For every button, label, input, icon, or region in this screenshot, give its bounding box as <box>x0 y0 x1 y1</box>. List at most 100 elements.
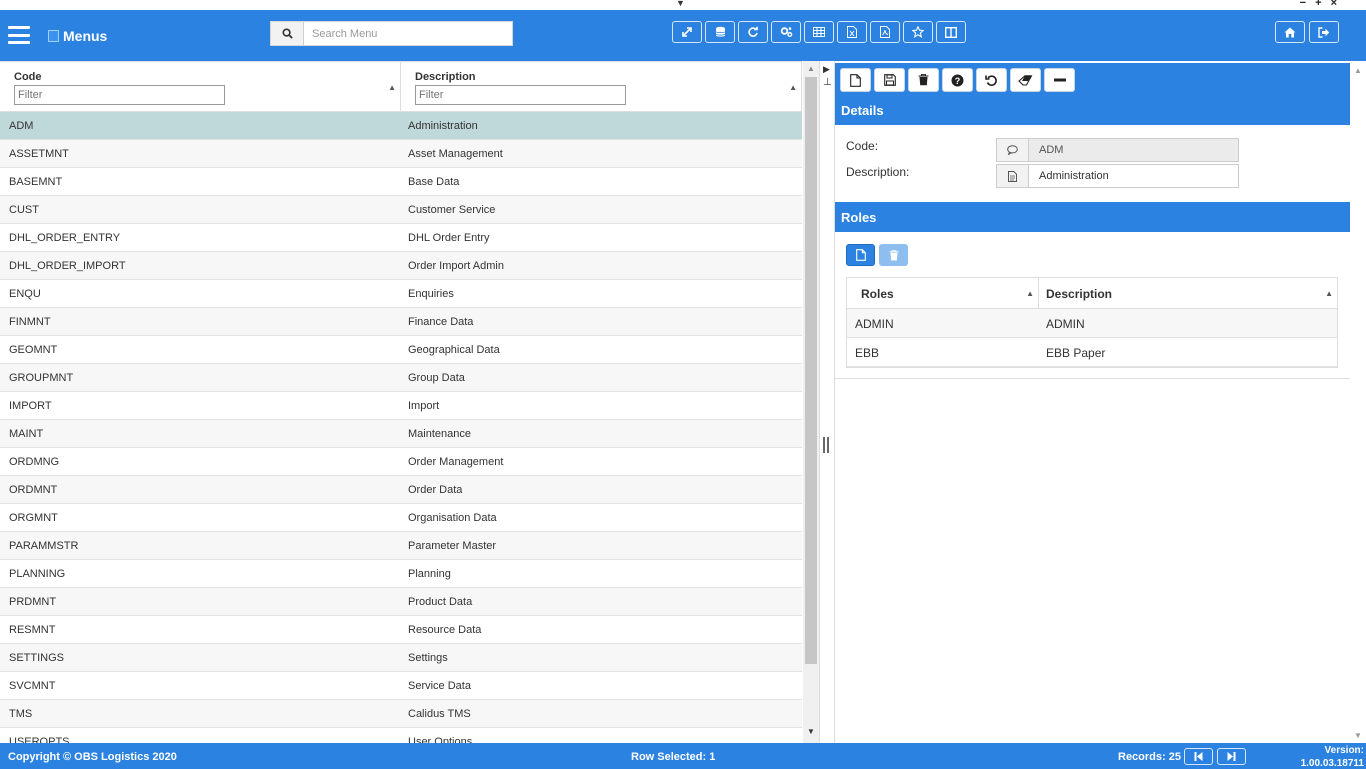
column-header-role-description[interactable]: Description ▲ <box>1039 278 1337 308</box>
column-title-description: Description <box>415 71 476 83</box>
scroll-down-icon[interactable]: ▼ <box>807 727 815 736</box>
table-row[interactable]: ORDMNG Order Management <box>0 448 802 476</box>
new-icon <box>850 73 861 87</box>
home-button[interactable] <box>1275 21 1305 43</box>
column-header-roles[interactable]: Roles ▲ <box>847 278 1039 308</box>
table-row[interactable]: RESMNT Resource Data <box>0 616 802 644</box>
eraser-button[interactable] <box>1010 68 1041 92</box>
save-button[interactable] <box>874 68 905 92</box>
column-header-code[interactable]: Code ▲ <box>0 62 401 112</box>
scroll-up-icon[interactable]: ▲ <box>1354 66 1362 75</box>
sort-icon[interactable]: ▲ <box>388 83 396 92</box>
eraser-icon <box>1018 74 1033 86</box>
table-row[interactable]: PARAMMSTR Parameter Master <box>0 532 802 560</box>
table-row[interactable]: ADM Administration <box>0 112 802 140</box>
table-row[interactable]: ORDMNT Order Data <box>0 476 802 504</box>
description-cell: Planning <box>408 568 451 580</box>
table-row[interactable]: DHL_ORDER_IMPORT Order Import Admin <box>0 252 802 280</box>
table-row[interactable]: FINMNT Finance Data <box>0 308 802 336</box>
table-row[interactable]: PLANNING Planning <box>0 560 802 588</box>
expand-arrow-icon[interactable]: ▶ <box>823 64 830 75</box>
details-section-header: Details <box>835 97 1350 125</box>
scroll-down-icon[interactable]: ▼ <box>1354 731 1362 740</box>
column-title-role-description: Description <box>1046 287 1113 301</box>
code-cell: RESMNT <box>9 624 56 636</box>
comment-icon <box>997 139 1029 161</box>
table-row[interactable]: GEOMNT Geographical Data <box>0 336 802 364</box>
table-row[interactable]: BASEMNT Base Data <box>0 168 802 196</box>
table-row[interactable]: CUST Customer Service <box>0 196 802 224</box>
last-page-button[interactable] <box>1217 748 1246 765</box>
table-row[interactable]: MAINT Maintenance <box>0 420 802 448</box>
roles-table-row[interactable]: ADMIN ADMIN <box>847 309 1337 338</box>
sort-icon[interactable]: ▲ <box>1026 289 1034 298</box>
table-row[interactable]: ASSETMNT Asset Management <box>0 140 802 168</box>
new-button[interactable] <box>840 68 871 92</box>
refresh-button[interactable] <box>738 21 768 43</box>
search-input[interactable] <box>304 22 512 45</box>
details-scrollbar[interactable]: ▲ ▼ <box>1350 61 1366 743</box>
scrollbar-thumb[interactable] <box>805 77 817 664</box>
table-row[interactable]: IMPORT Import <box>0 392 802 420</box>
description-cell: Parameter Master <box>408 540 497 552</box>
description-cell: Import <box>408 400 440 412</box>
search-box <box>270 21 513 46</box>
roles-table-header: Roles ▲ Description ▲ <box>847 278 1337 309</box>
favorite-button[interactable] <box>903 21 933 43</box>
delete-button[interactable] <box>908 68 939 92</box>
grid-scrollbar[interactable]: ▲ ▼ <box>803 61 819 743</box>
table-row[interactable]: DHL_ORDER_ENTRY DHL Order Entry <box>0 224 802 252</box>
grid-header: Code ▲ Description ▲ <box>0 61 802 112</box>
help-button[interactable]: ? <box>942 68 973 92</box>
settings-button[interactable] <box>771 21 801 43</box>
table-row[interactable]: ORGMNT Organisation Data <box>0 504 802 532</box>
search-button[interactable] <box>271 22 304 45</box>
description-field[interactable] <box>996 164 1239 188</box>
header-right-toolbar <box>1275 21 1339 43</box>
sort-icon[interactable]: ▲ <box>1325 289 1333 298</box>
pin-icon[interactable]: ⊥ <box>823 77 832 88</box>
table-row[interactable]: ENQU Enquiries <box>0 280 802 308</box>
table-row[interactable]: SETTINGS Settings <box>0 644 802 672</box>
column-header-description[interactable]: Description ▲ <box>401 62 802 112</box>
expand-button[interactable] <box>672 21 702 43</box>
database-icon <box>715 26 725 37</box>
table-row[interactable]: TMS Calidus TMS <box>0 700 802 728</box>
excel-export-button[interactable] <box>837 21 867 43</box>
description-cell: Product Data <box>408 596 473 608</box>
scroll-up-icon[interactable]: ▲ <box>807 64 815 73</box>
code-input <box>1029 139 1238 161</box>
description-filter-input[interactable] <box>415 85 626 105</box>
code-filter-input[interactable] <box>14 85 225 105</box>
columns-button[interactable] <box>936 21 966 43</box>
role-description-cell: EBB Paper <box>1046 346 1106 360</box>
hamburger-menu-icon[interactable] <box>8 26 30 44</box>
splitter-grip[interactable] <box>823 437 829 453</box>
logout-button[interactable] <box>1309 21 1339 43</box>
add-role-button[interactable] <box>846 244 875 266</box>
description-input[interactable] <box>1029 165 1238 187</box>
columns-icon <box>945 26 957 38</box>
delete-role-button[interactable] <box>879 244 908 266</box>
first-page-button[interactable] <box>1184 748 1213 765</box>
cogs-icon <box>780 27 792 37</box>
table-button[interactable] <box>804 21 834 43</box>
table-row[interactable]: GROUPMNT Group Data <box>0 364 802 392</box>
panel-splitter[interactable]: ▶ ⊥ <box>819 61 833 743</box>
table-row[interactable]: USEROPTS User Options <box>0 728 802 743</box>
collapse-caret-icon[interactable]: ▼ <box>676 0 685 8</box>
window-controls[interactable]: − + × <box>1300 0 1340 9</box>
undo-button[interactable] <box>976 68 1007 92</box>
collapse-button[interactable] <box>1044 68 1075 92</box>
sort-icon[interactable]: ▲ <box>789 83 797 92</box>
help-icon: ? <box>951 74 964 86</box>
code-cell: PRDMNT <box>9 596 57 608</box>
pdf-export-button[interactable] <box>870 21 900 43</box>
database-button[interactable] <box>705 21 735 43</box>
minus-icon <box>1053 78 1066 82</box>
new-icon <box>855 249 866 261</box>
roles-table-row[interactable]: EBB EBB Paper <box>847 338 1337 367</box>
table-row[interactable]: PRDMNT Product Data <box>0 588 802 616</box>
table-row[interactable]: SVCMNT Service Data <box>0 672 802 700</box>
home-icon <box>1284 27 1296 37</box>
